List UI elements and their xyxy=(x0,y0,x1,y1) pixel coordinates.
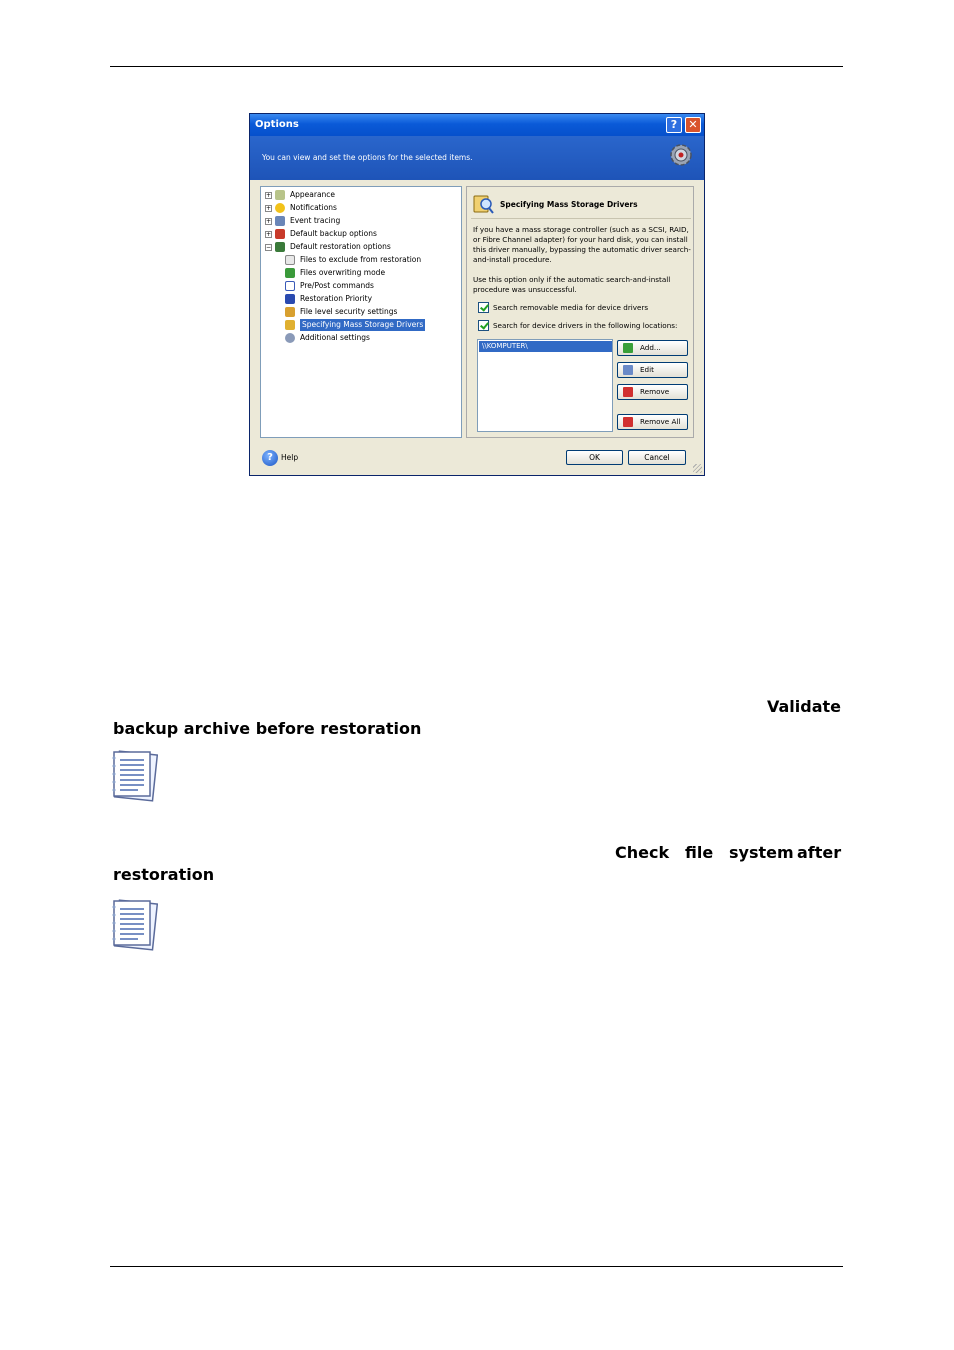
tree-item-label: File level security settings xyxy=(300,307,398,316)
notifications-icon xyxy=(275,203,285,213)
remove-button-label: Remove xyxy=(640,387,670,396)
options-tree[interactable]: + Appearance + Notifications + Event tra… xyxy=(260,186,462,438)
body-text-check: Check xyxy=(615,843,670,862)
security-icon xyxy=(285,307,295,317)
dialog-description: You can view and set the options for the… xyxy=(262,153,473,162)
body-text-after: after xyxy=(797,843,842,862)
body-text-validate: Validate xyxy=(767,697,842,716)
search-locations-label: Search for device drivers in the followi… xyxy=(493,321,678,330)
tree-item-label: Restoration Priority xyxy=(300,294,373,303)
search-locations-checkbox[interactable] xyxy=(478,320,489,331)
appearance-icon xyxy=(275,190,285,200)
tree-item-label: Event tracing xyxy=(290,216,341,225)
panel-paragraph-2: Use this option only if the automatic se… xyxy=(473,275,671,294)
dialog-title: Options xyxy=(255,119,299,130)
locations-list[interactable]: \\KOMPUTER\ xyxy=(477,339,613,432)
help-icon[interactable]: ? xyxy=(262,450,278,466)
tree-item-label: Files overwriting mode xyxy=(300,268,386,277)
tree-item-label: Appearance xyxy=(290,190,336,199)
help-link[interactable]: Help xyxy=(281,453,298,462)
expand-icon[interactable]: + xyxy=(265,205,272,212)
gear-icon xyxy=(670,144,692,166)
tree-item-label: Pre/Post commands xyxy=(300,281,374,290)
remove-button[interactable]: Remove xyxy=(617,384,688,400)
edit-button[interactable]: Edit xyxy=(617,362,688,378)
expand-icon[interactable]: + xyxy=(265,218,272,225)
remove-all-icon xyxy=(623,417,633,427)
backup-options-icon xyxy=(275,229,285,239)
body-text-file: file xyxy=(685,843,714,862)
commands-icon xyxy=(285,281,295,291)
dialog-banner: You can view and set the options for the… xyxy=(250,136,704,180)
add-button-label: Add... xyxy=(640,343,661,352)
cancel-button[interactable]: Cancel xyxy=(628,450,686,465)
settings-icon xyxy=(285,333,295,343)
dialog-titlebar[interactable]: Options ? ✕ xyxy=(250,114,704,136)
files-icon xyxy=(285,255,295,265)
tree-item-label: Default restoration options xyxy=(290,242,391,251)
search-removable-media-label: Search removable media for device driver… xyxy=(493,303,649,312)
options-panel: Specifying Mass Storage Drivers If you h… xyxy=(466,186,694,438)
titlebar-close-button[interactable]: ✕ xyxy=(685,117,701,133)
body-text-backup-archive: backup archive before restoration xyxy=(113,719,422,738)
edit-icon xyxy=(623,365,633,375)
footer-rule xyxy=(110,1266,843,1267)
options-dialog: Options ? ✕ You can view and set the opt… xyxy=(249,113,705,476)
body-text-restoration: restoration xyxy=(113,865,215,884)
restoration-options-icon xyxy=(275,242,285,252)
tree-item-label: Specifying Mass Storage Drivers xyxy=(300,319,426,331)
add-button[interactable]: Add... xyxy=(617,340,688,356)
resize-grip[interactable] xyxy=(693,464,702,473)
tree-item-label: Default backup options xyxy=(290,229,377,238)
tree-item-label: Additional settings xyxy=(300,333,370,342)
mass-storage-icon xyxy=(285,320,295,330)
expand-icon[interactable]: + xyxy=(265,231,272,238)
panel-paragraph-1: If you have a mass storage controller (s… xyxy=(473,225,691,264)
add-icon xyxy=(623,343,633,353)
tree-item-label: Notifications xyxy=(290,203,337,212)
note-icon xyxy=(112,750,158,802)
expand-icon[interactable]: + xyxy=(265,192,272,199)
event-tracing-icon xyxy=(275,216,285,226)
search-removable-media-checkbox[interactable] xyxy=(478,302,489,313)
body-text-system: system xyxy=(729,843,794,862)
overwrite-icon xyxy=(285,268,295,278)
header-rule xyxy=(110,66,843,67)
list-item[interactable]: \\KOMPUTER\ xyxy=(479,341,612,352)
panel-title: Specifying Mass Storage Drivers xyxy=(500,200,638,209)
remove-all-button-label: Remove All xyxy=(640,417,681,426)
panel-separator xyxy=(471,218,691,219)
ok-button[interactable]: OK xyxy=(566,450,623,465)
remove-all-button[interactable]: Remove All xyxy=(617,414,688,430)
priority-icon xyxy=(285,294,295,304)
tree-item-label: Files to exclude from restoration xyxy=(300,255,422,264)
remove-icon xyxy=(623,387,633,397)
titlebar-help-button[interactable]: ? xyxy=(666,117,682,133)
edit-button-label: Edit xyxy=(640,365,654,374)
note-icon xyxy=(112,899,158,951)
collapse-icon[interactable]: − xyxy=(265,244,272,251)
mass-storage-driver-icon xyxy=(473,195,494,214)
